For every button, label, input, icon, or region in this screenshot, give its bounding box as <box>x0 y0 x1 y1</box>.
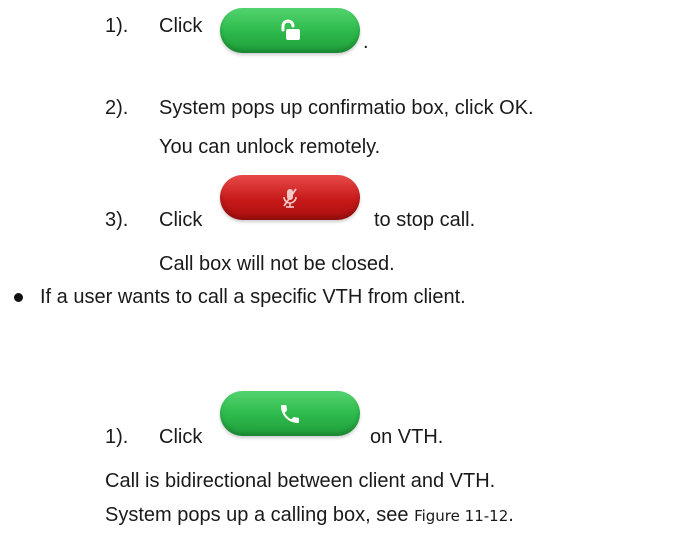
phone-icon <box>281 404 299 423</box>
call-step-prefix: Click <box>159 426 203 448</box>
call-button[interactable] <box>220 391 360 436</box>
figure-reference-link[interactable]: Figure 11-12 <box>414 507 508 525</box>
step-3-suffix: to stop call. <box>374 209 476 231</box>
step-3-prefix: Click <box>159 209 203 231</box>
stop-call-button[interactable] <box>220 175 360 220</box>
bullet-dot <box>14 293 23 302</box>
call-step-suffix: on VTH. <box>370 426 444 448</box>
step-2-line-1: System pops up confirmatio box, click OK… <box>159 97 534 119</box>
step-1-number: 1). <box>105 15 129 37</box>
call-step-line-2: System pops up a calling box, see Figure… <box>105 503 514 528</box>
step-2-line-2: You can unlock remotely. <box>159 136 381 158</box>
step-2-number: 2). <box>105 97 129 119</box>
step-3-note: Call box will not be closed. <box>159 253 395 275</box>
call-step-line-2-prefix: System pops up a calling box, see <box>105 504 409 526</box>
bullet-text: If a user wants to call a specific VTH f… <box>40 286 466 308</box>
step-3-number: 3). <box>105 209 129 231</box>
step-1-prefix: Click <box>159 15 203 37</box>
call-step-number: 1). <box>105 426 129 448</box>
step-1-suffix: . <box>363 31 369 53</box>
call-step-line-1: Call is bidirectional between client and… <box>105 470 496 492</box>
unlock-button[interactable] <box>220 8 360 53</box>
mic-off-icon <box>283 187 297 208</box>
unlock-icon <box>281 19 300 40</box>
call-step-line-2-end: . <box>508 504 514 526</box>
